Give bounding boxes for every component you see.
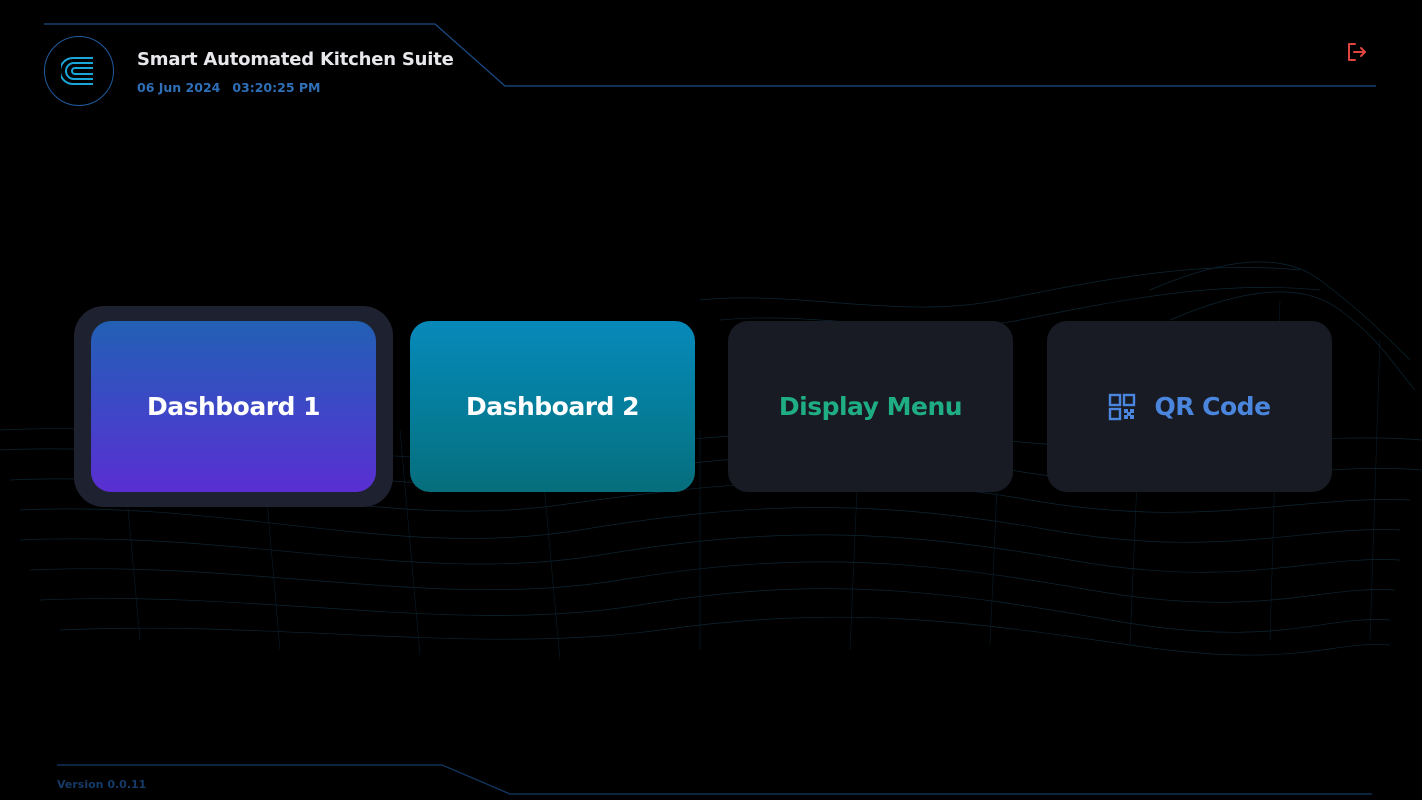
logout-icon (1348, 43, 1366, 61)
logout-button[interactable] (1344, 40, 1368, 64)
qr-code-icon (1109, 393, 1136, 420)
qr-code-button[interactable]: QR Code (1047, 321, 1332, 492)
app-title: Smart Automated Kitchen Suite (137, 49, 454, 70)
display-menu-label: Display Menu (778, 392, 963, 421)
dashboard-2-label: Dashboard 2 (465, 392, 640, 421)
header-datetime: 06 Jun 2024 03:20:25 PM (137, 80, 320, 95)
dashboard-1-button[interactable]: Dashboard 1 (91, 321, 376, 492)
version-label: Version 0.0.11 (57, 778, 147, 791)
dashboard-1-label: Dashboard 1 (146, 392, 321, 421)
current-time: 03:20:25 PM (232, 80, 321, 95)
c-logo-icon (61, 57, 93, 85)
current-date: 06 Jun 2024 (137, 80, 221, 95)
footer-frame (57, 764, 1372, 795)
home-screen: Smart Automated Kitchen Suite 06 Jun 202… (0, 0, 1422, 800)
display-menu-button[interactable]: Display Menu (728, 321, 1013, 492)
dashboard-2-button[interactable]: Dashboard 2 (410, 321, 695, 492)
qr-code-label: QR Code (1154, 392, 1271, 421)
app-logo (44, 36, 114, 106)
